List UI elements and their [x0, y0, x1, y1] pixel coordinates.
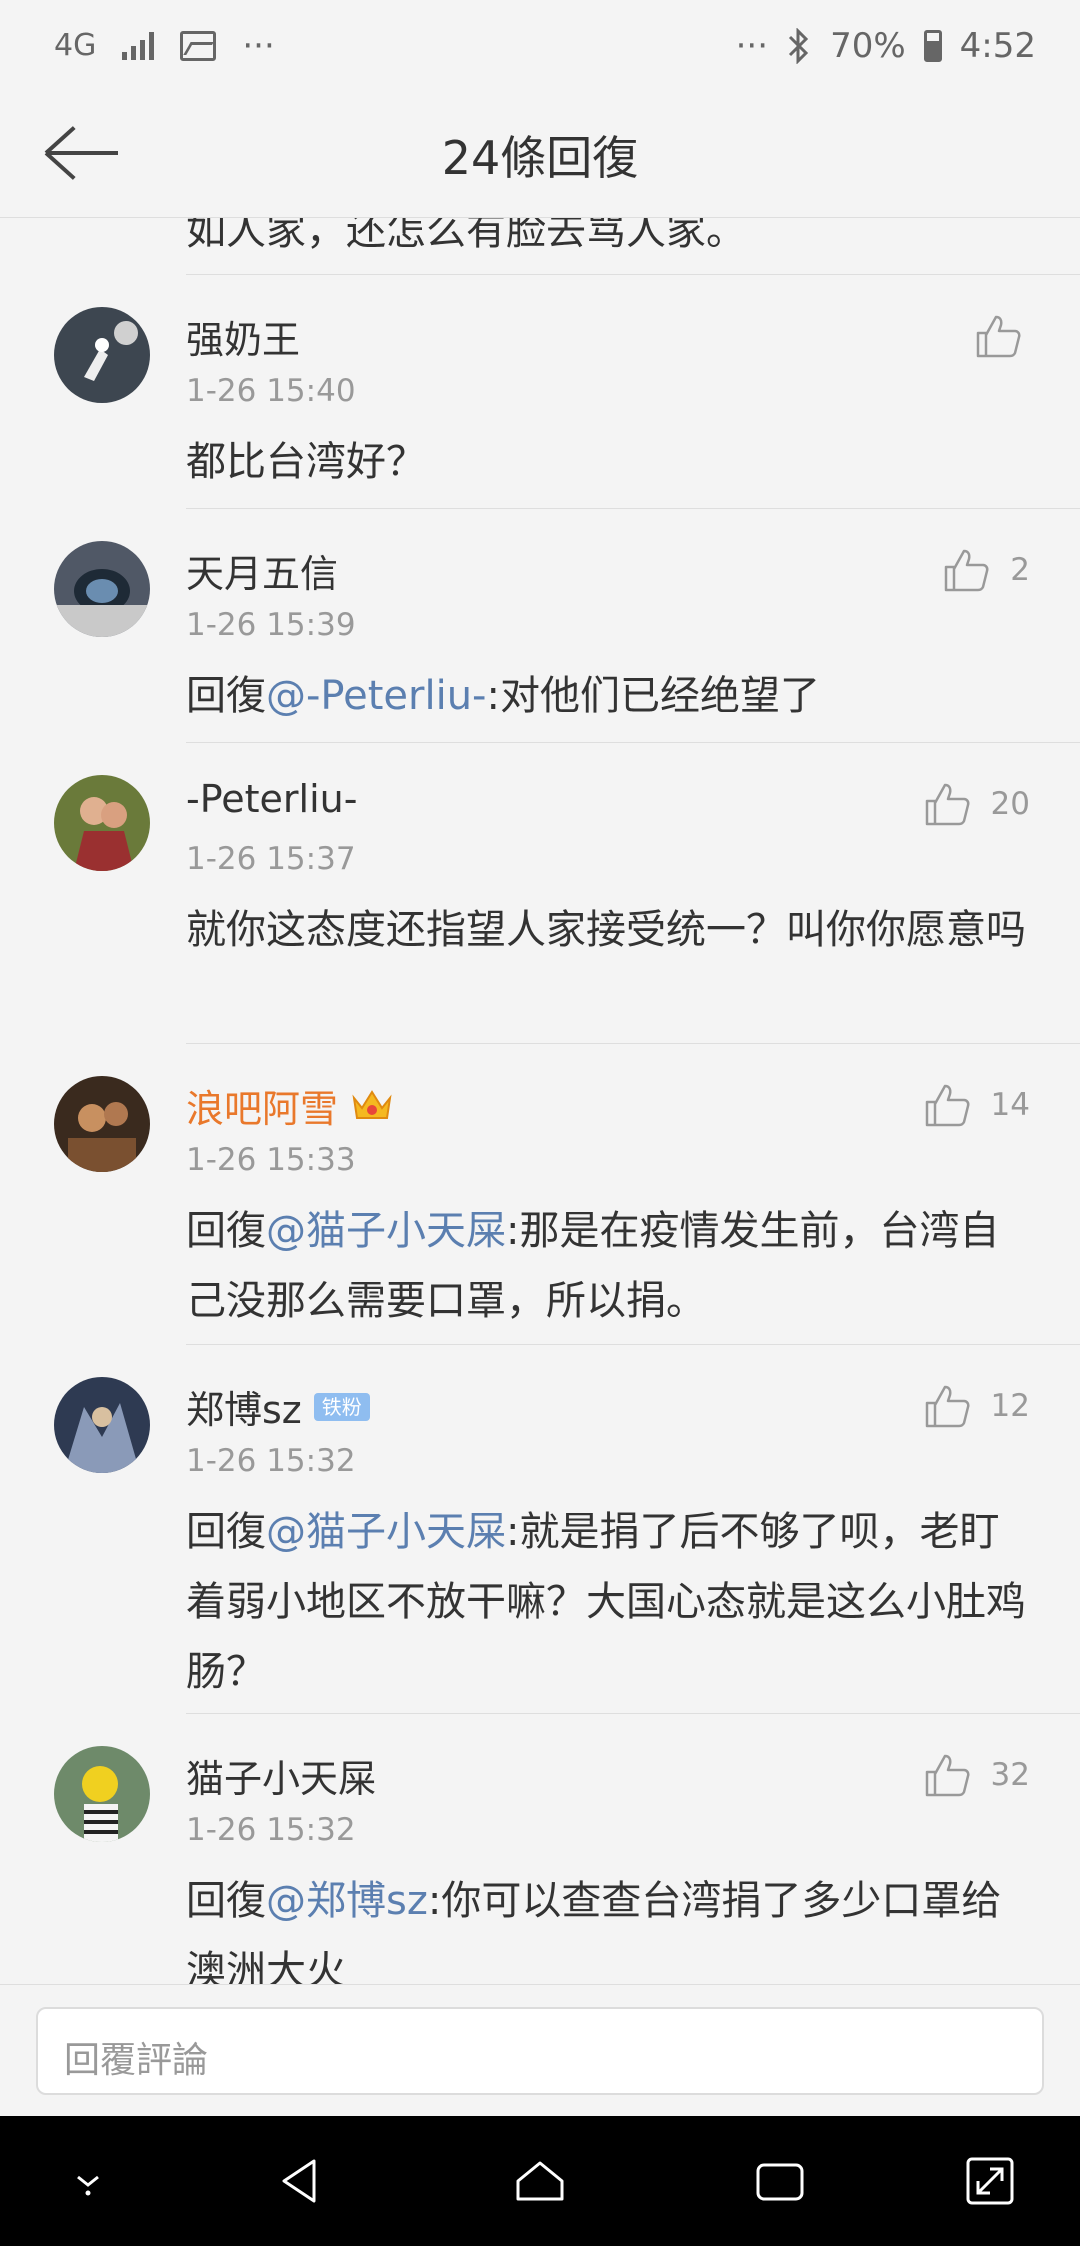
avatar[interactable]: [54, 1377, 150, 1473]
top-bar: 24條回復: [0, 92, 1080, 218]
thumbs-up-icon: [925, 1385, 970, 1428]
mention-link[interactable]: @猫子小天屎: [266, 1208, 506, 1254]
comment-item: 天月五信 1-26 15:39 回復@-Peterliu-:对他们已经绝望了 2: [0, 509, 1080, 742]
battery-icon: [923, 30, 942, 62]
username[interactable]: 强奶王: [186, 309, 300, 364]
back-triangle-icon: [282, 2159, 316, 2203]
mention-link[interactable]: @猫子小天屎: [266, 1509, 506, 1555]
comment-text: 回復@郑博sz:你可以查查台湾捐了多少口罩给澳洲大火: [186, 1878, 1002, 1984]
recents-button[interactable]: [720, 2116, 840, 2246]
system-nav-bar: [0, 2116, 1080, 2246]
comment-item: 浪吧阿雪 1-26 15:33 回復@猫子小天屎:那是在疫情发生前，台湾自己没那…: [0, 1044, 1080, 1344]
replies-list[interactable]: 如人家，还怎么有脸去骂人家。 强奶王 1-26 15:40 都比台湾好？ 天月五…: [0, 218, 1080, 1984]
like-count: 12: [990, 1388, 1030, 1424]
thumbs-up-icon: [925, 783, 970, 826]
thumbs-up-icon: [925, 1084, 970, 1127]
username[interactable]: 猫子小天屎: [186, 1748, 376, 1803]
username[interactable]: 天月五信: [186, 543, 338, 598]
mention-link[interactable]: @-Peterliu-: [266, 673, 487, 719]
like-count: 32: [990, 1757, 1030, 1793]
back-button[interactable]: [240, 2116, 360, 2246]
chevron-down-icon: [77, 2175, 99, 2196]
comment-time: 1-26 15:39: [186, 607, 356, 643]
username[interactable]: 郑博sz 铁粉: [186, 1379, 370, 1434]
status-bar: 4G ··· ··· 70% 4:52: [0, 0, 1080, 92]
comment-time: 1-26 15:32: [186, 1443, 356, 1479]
comment-time: 1-26 15:37: [186, 841, 356, 877]
more-status-icon: ···: [735, 26, 769, 66]
expand-icon: [966, 2157, 1014, 2205]
clock: 4:52: [959, 26, 1036, 66]
bluetooth-icon: [789, 28, 809, 64]
like-count: 14: [990, 1087, 1030, 1123]
hide-keyboard-button[interactable]: [28, 2116, 148, 2246]
thumbs-up-icon: [976, 315, 1021, 358]
like-button[interactable]: 2: [942, 547, 1030, 593]
like-button[interactable]: 14: [923, 1082, 1030, 1128]
username[interactable]: 浪吧阿雪: [186, 1078, 394, 1133]
home-icon: [516, 2161, 564, 2201]
comment-time: 1-26 15:32: [186, 1812, 356, 1848]
reply-bar: 回覆評論: [0, 1984, 1080, 2116]
expand-button[interactable]: [930, 2116, 1050, 2246]
like-button[interactable]: 12: [923, 1383, 1030, 1429]
like-button[interactable]: 32: [923, 1752, 1030, 1798]
avatar[interactable]: [54, 307, 150, 403]
fan-badge: 铁粉: [313, 1392, 370, 1421]
partial-comment-text: 如人家，还怎么有脸去骂人家。: [186, 218, 746, 254]
home-button[interactable]: [480, 2116, 600, 2246]
comment-text: 回復@猫子小天屎:那是在疫情发生前，台湾自己没那么需要口罩，所以捐。: [186, 1208, 1000, 1324]
comment-time: 1-26 15:40: [186, 373, 356, 409]
network-type: 4G: [54, 28, 97, 63]
comment-text: 回復@猫子小天屎:就是捐了后不够了呗，老盯着弱小地区不放干嘛？大国心态就是这么小…: [186, 1509, 1026, 1695]
comment-item: 郑博sz 铁粉 1-26 15:32 回復@猫子小天屎:就是捐了后不够了呗，老盯…: [0, 1345, 1080, 1713]
thumbs-up-icon: [925, 1754, 970, 1797]
page-title: 24條回復: [441, 130, 639, 185]
comment-text: 就你这态度还指望人家接受统一？叫你你愿意吗: [186, 907, 1026, 953]
like-count: 20: [990, 786, 1030, 822]
battery-percent: 70%: [830, 26, 906, 66]
comment-text: 回復@-Peterliu-:对他们已经绝望了: [186, 673, 820, 719]
like-button[interactable]: [974, 313, 1022, 359]
recents-icon: [756, 2163, 804, 2201]
comment-item: 强奶王 1-26 15:40 都比台湾好？: [0, 275, 1080, 508]
avatar[interactable]: [54, 1076, 150, 1172]
signal-icon: [122, 32, 155, 60]
image-notification-icon: [180, 31, 217, 61]
vip-crown-icon: [352, 1089, 392, 1119]
comment-time: 1-26 15:33: [186, 1142, 356, 1178]
username[interactable]: -Peterliu-: [186, 777, 357, 821]
comment-item: -Peterliu- 1-26 15:37 就你这态度还指望人家接受统一？叫你你…: [0, 743, 1080, 1043]
like-count: 2: [1010, 552, 1030, 588]
mention-link[interactable]: @郑博sz: [266, 1878, 428, 1924]
avatar[interactable]: [54, 775, 150, 871]
comment-item: 猫子小天屎 1-26 15:32 回復@郑博sz:你可以查查台湾捐了多少口罩给澳…: [0, 1714, 1080, 1984]
thumbs-up-icon: [945, 549, 989, 592]
back-arrow-icon[interactable]: [44, 120, 120, 186]
more-notifications-icon: ···: [242, 26, 275, 66]
like-button[interactable]: 20: [923, 781, 1030, 827]
avatar[interactable]: [54, 1746, 150, 1842]
comment-text: 都比台湾好？: [186, 439, 426, 485]
reply-input[interactable]: 回覆評論: [36, 2007, 1044, 2095]
avatar[interactable]: [54, 541, 150, 637]
